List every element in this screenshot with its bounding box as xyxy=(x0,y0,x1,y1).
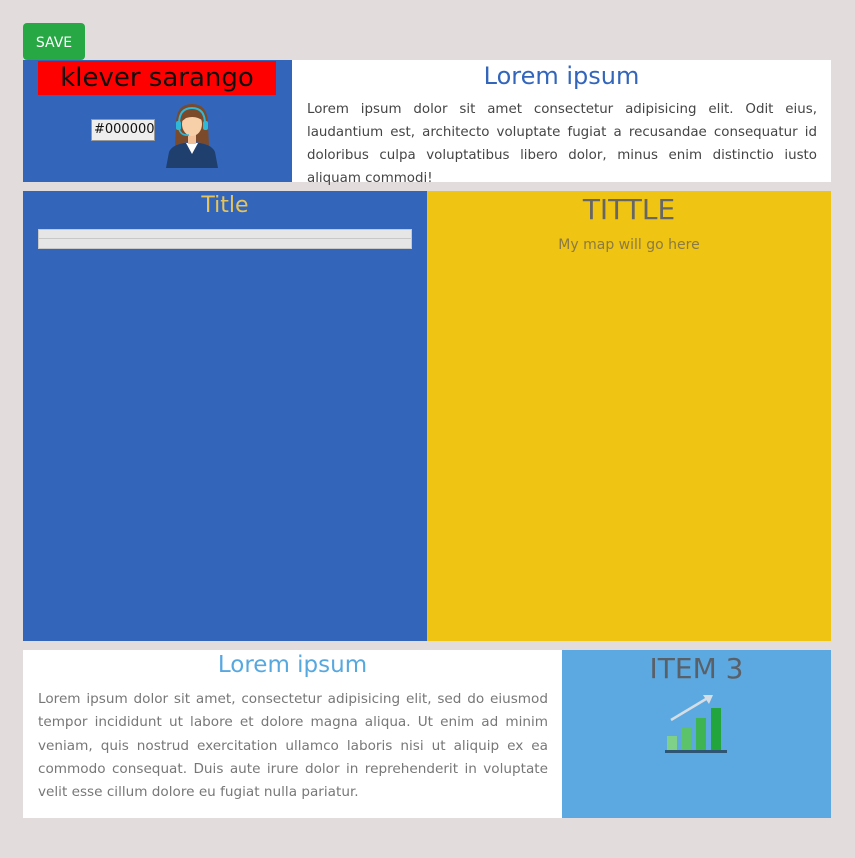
main-row: Title TITTLE My map will go here xyxy=(23,191,831,641)
profile-card: klever sarango #000000 xyxy=(23,60,292,182)
bottom-text: Lorem ipsum dolor sit amet, consectetur … xyxy=(38,691,548,801)
profile-name: klever sarango xyxy=(38,61,276,95)
item3-card: ITEM 3 xyxy=(562,650,831,818)
bottom-card: Lorem ipsum Lorem ipsum dolor sit amet, … xyxy=(23,650,562,818)
left-panel-title: Title xyxy=(201,193,249,218)
support-agent-icon xyxy=(166,104,218,168)
map-placeholder: My map will go here xyxy=(558,237,700,253)
map-panel: TITTLE My map will go here xyxy=(427,191,831,641)
save-button[interactable]: SAVE xyxy=(23,23,85,60)
growth-chart-icon xyxy=(665,694,727,753)
text-input-bar[interactable] xyxy=(38,229,412,249)
intro-title: Lorem ipsum xyxy=(483,62,640,90)
color-input[interactable]: #000000 xyxy=(91,119,155,141)
header-row: klever sarango #000000 Lorem ipsum Lorem… xyxy=(23,60,831,186)
bottom-title: Lorem ipsum xyxy=(217,652,368,678)
intro-text: Lorem ipsum dolor sit amet consectetur a… xyxy=(307,102,817,186)
left-panel: Title xyxy=(23,191,427,641)
map-panel-title: TITTLE xyxy=(582,193,676,226)
intro-card: Lorem ipsum Lorem ipsum dolor sit amet c… xyxy=(292,60,831,186)
footer-row: Lorem ipsum Lorem ipsum dolor sit amet, … xyxy=(23,650,831,818)
item3-title: ITEM 3 xyxy=(649,652,744,685)
